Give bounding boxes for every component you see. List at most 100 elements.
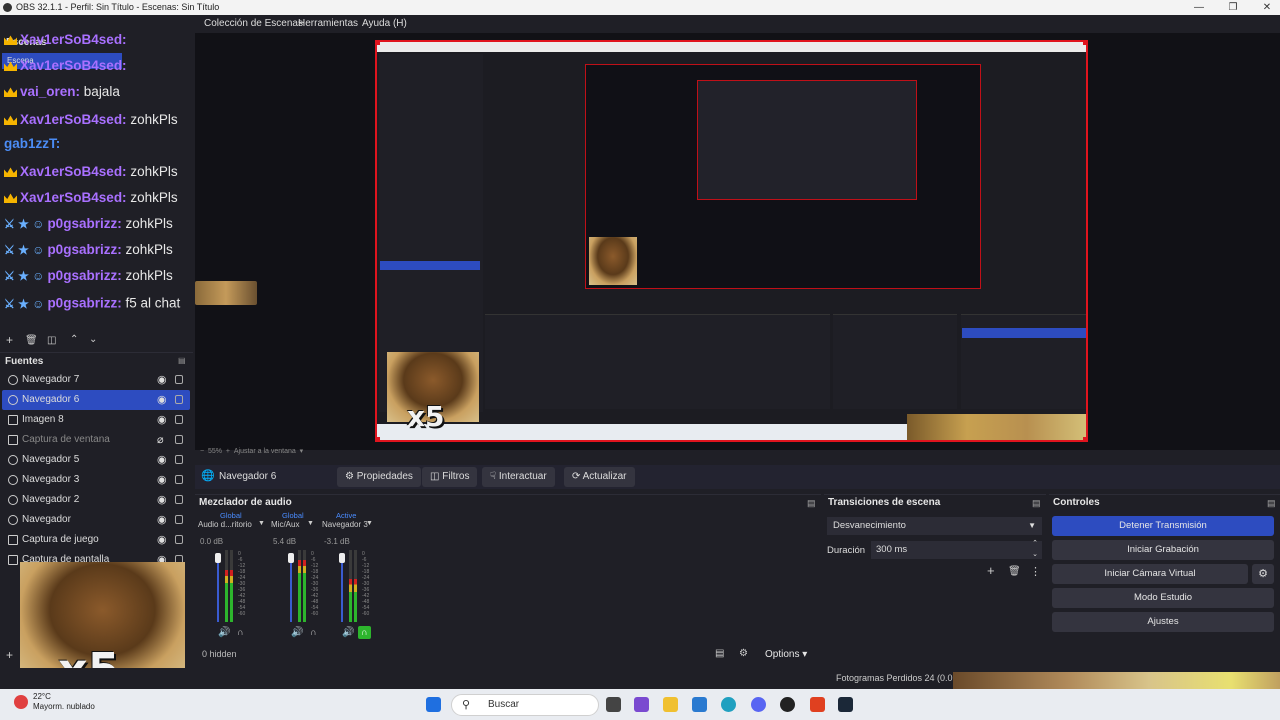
fader-knob[interactable]	[339, 553, 345, 563]
start-recording-button[interactable]: Iniciar Grabación	[1052, 540, 1274, 560]
speaker-icon[interactable]: 🔊	[291, 627, 303, 638]
windows-start-icon[interactable]	[426, 697, 441, 712]
move-up-icon[interactable]: ⌃	[70, 334, 78, 345]
discord-icon[interactable]	[751, 697, 766, 712]
trash-icon[interactable]: 🗑	[1008, 566, 1021, 577]
add-source-icon[interactable]: +	[6, 648, 13, 662]
zoom-level[interactable]: 55%	[208, 448, 222, 455]
lock-icon[interactable]	[175, 515, 183, 524]
file-explorer-icon[interactable]	[663, 697, 678, 712]
speaker-icon[interactable]: 🔊	[218, 627, 230, 638]
program-preview[interactable]: x5	[375, 40, 1088, 442]
volume-fader[interactable]	[341, 556, 343, 622]
gear-icon[interactable]: ⚙	[1252, 564, 1274, 584]
interact-button[interactable]: ☟ Interactuar	[482, 467, 555, 487]
close-icon[interactable]: ✕	[1250, 0, 1280, 15]
source-item[interactable]: Captura de ventana ⌀	[2, 430, 190, 450]
lock-icon[interactable]	[175, 455, 183, 464]
dock-float-icon[interactable]: ▤	[178, 356, 186, 365]
taskbar-search[interactable]: ⚲ Buscar	[451, 694, 599, 716]
studio-mode-button[interactable]: Modo Estudio	[1052, 588, 1274, 608]
weather-widget[interactable]: 22°C Mayorm. nublado	[33, 692, 95, 712]
eye-icon[interactable]: ◉	[157, 390, 167, 410]
minimize-icon[interactable]: —	[1182, 0, 1216, 15]
source-item[interactable]: Navegador 5 ◉	[2, 450, 190, 470]
eye-icon[interactable]: ◉	[157, 470, 167, 490]
eye-off-icon[interactable]: ⌀	[157, 430, 164, 450]
chevron-down-icon: ▼	[1028, 521, 1036, 530]
monitor-headphones-icon[interactable]: ∩	[234, 626, 247, 639]
lock-icon[interactable]	[175, 535, 183, 544]
settings-button[interactable]: Ajustes	[1052, 612, 1274, 632]
settings-icon[interactable]: ⚙	[739, 648, 748, 659]
menu-scene-collection[interactable]: Colección de Escenas	[204, 18, 303, 29]
refresh-button[interactable]: ⟳ Actualizar	[564, 467, 635, 487]
lock-icon[interactable]	[175, 435, 183, 444]
menu-tools[interactable]: Herramientas	[298, 18, 358, 29]
dock-float-icon[interactable]: ▤	[807, 498, 816, 509]
fit-window[interactable]: Ajustar a la ventana	[234, 448, 296, 455]
volume-fader[interactable]	[217, 556, 219, 622]
dock-float-icon[interactable]: ▤	[1267, 498, 1276, 509]
options-button[interactable]: Options ▾	[765, 649, 807, 660]
duration-input[interactable]: 300 ms ⌃ ⌄	[871, 538, 1042, 560]
resize-handle[interactable]	[1083, 437, 1086, 440]
resize-handle[interactable]	[377, 42, 380, 45]
source-item[interactable]: Navegador 6 ◉	[2, 390, 190, 410]
steam-icon[interactable]	[838, 697, 853, 712]
source-item[interactable]: Navegador 2 ◉	[2, 490, 190, 510]
chat-text: zohkPls	[130, 164, 178, 179]
eye-icon[interactable]: ◉	[157, 370, 167, 390]
lock-icon[interactable]	[175, 395, 183, 404]
resize-handle[interactable]	[377, 437, 380, 440]
stop-stream-button[interactable]: Detener Transmisión	[1052, 516, 1274, 536]
store-icon[interactable]	[692, 697, 707, 712]
layout-icon[interactable]: ▤	[715, 648, 724, 659]
properties-button[interactable]: ⚙ Propiedades	[337, 467, 421, 487]
mixer-channel-name: Mic/Aux	[271, 520, 300, 529]
add-scene-icon[interactable]: +	[6, 333, 13, 347]
move-down-icon[interactable]: ⌄	[89, 334, 97, 345]
stepper-icon[interactable]: ⌃ ⌄	[1032, 538, 1038, 560]
lock-icon[interactable]	[175, 495, 183, 504]
start-virtual-camera-button[interactable]: Iniciar Cámara Virtual	[1052, 564, 1248, 584]
monitor-headphones-icon[interactable]: ∩	[307, 626, 320, 639]
source-item[interactable]: Navegador ◉	[2, 510, 190, 530]
source-item[interactable]: Captura de juego ◉	[2, 530, 190, 550]
source-item[interactable]: Navegador 3 ◉	[2, 470, 190, 490]
menu-help[interactable]: Ayuda (H)	[362, 18, 407, 29]
source-item[interactable]: Navegador 7 ◉	[2, 370, 190, 390]
add-transition-icon[interactable]: +	[987, 563, 995, 578]
chevron-down-icon[interactable]: ▼	[307, 520, 314, 527]
weather-icon[interactable]	[14, 695, 28, 709]
eye-icon[interactable]: ◉	[157, 530, 167, 550]
task-view-icon[interactable]	[606, 697, 621, 712]
lock-icon[interactable]	[175, 375, 183, 384]
chevron-down-icon[interactable]: ▼	[258, 520, 265, 527]
eye-icon[interactable]: ◉	[157, 450, 167, 470]
fader-knob[interactable]	[215, 553, 221, 563]
volume-fader[interactable]	[290, 556, 292, 622]
resize-handle[interactable]	[1083, 42, 1086, 45]
lock-icon[interactable]	[175, 475, 183, 484]
obs-icon[interactable]	[780, 697, 795, 712]
edge-icon[interactable]	[721, 697, 736, 712]
speaker-icon[interactable]: 🔊	[342, 627, 354, 638]
widgets-icon[interactable]	[634, 697, 649, 712]
filter-icon[interactable]: ◫	[47, 335, 56, 346]
trash-icon[interactable]: 🗑	[25, 335, 38, 346]
transition-select[interactable]: Desvanecimiento ▼	[827, 517, 1042, 535]
lock-icon[interactable]	[175, 415, 183, 424]
dock-float-icon[interactable]: ▤	[1032, 498, 1041, 509]
eye-icon[interactable]: ◉	[157, 490, 167, 510]
maximize-icon[interactable]: ❐	[1216, 0, 1250, 15]
filters-button[interactable]: ◫ Filtros	[422, 467, 478, 487]
chevron-down-icon[interactable]: ▼	[366, 520, 373, 527]
eye-icon[interactable]: ◉	[157, 510, 167, 530]
source-item[interactable]: Imagen 8 ◉	[2, 410, 190, 430]
more-icon[interactable]: ⋮	[1030, 565, 1041, 578]
brave-icon[interactable]	[810, 697, 825, 712]
eye-icon[interactable]: ◉	[157, 410, 167, 430]
fader-knob[interactable]	[288, 553, 294, 563]
monitor-headphones-icon[interactable]: ∩	[358, 626, 371, 639]
